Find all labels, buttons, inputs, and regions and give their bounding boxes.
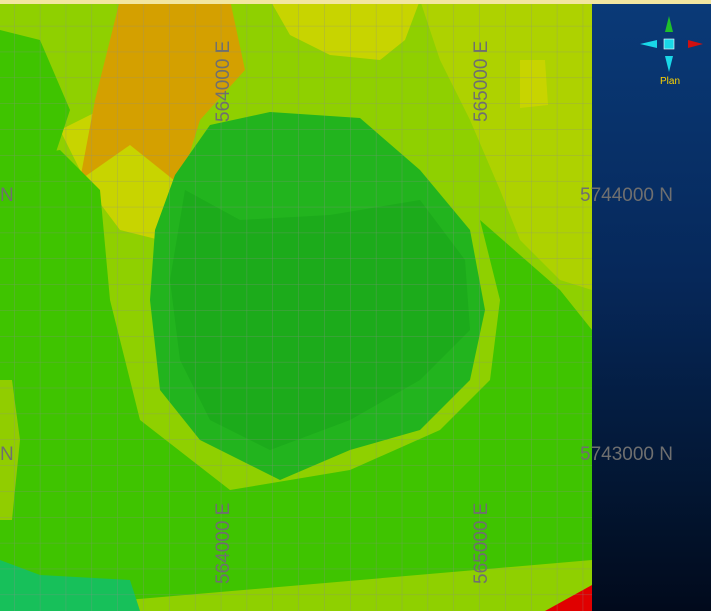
easting-label-top-2: 565000 E	[471, 40, 492, 122]
plan-viewport[interactable]: 564000 E 565000 E 564000 E 565000 E 5744…	[0, 0, 711, 611]
grid-overlay	[0, 4, 592, 611]
view-cube-icon	[663, 38, 675, 50]
orientation-arrows-icon	[640, 16, 703, 72]
northing-fragment-2: N	[0, 444, 14, 465]
east-arrow-icon	[688, 40, 703, 48]
north-arrow-icon	[665, 16, 673, 32]
west-arrow-icon	[640, 40, 657, 48]
northing-fragment-1: N	[0, 185, 14, 206]
elevation-surface	[0, 4, 592, 611]
northing-label-1: 5744000 N	[580, 185, 673, 206]
easting-label-bottom-2: 565000 E	[471, 502, 492, 584]
easting-label-top-1: 564000 E	[213, 40, 234, 122]
easting-label-bottom-1: 564000 E	[213, 502, 234, 584]
northing-label-2: 5743000 N	[580, 444, 673, 465]
elevation-map[interactable]	[0, 0, 711, 611]
view-orientation-widget[interactable]: Plan	[636, 14, 704, 90]
view-mode-label: Plan	[659, 76, 680, 87]
south-arrow-icon	[665, 56, 673, 72]
